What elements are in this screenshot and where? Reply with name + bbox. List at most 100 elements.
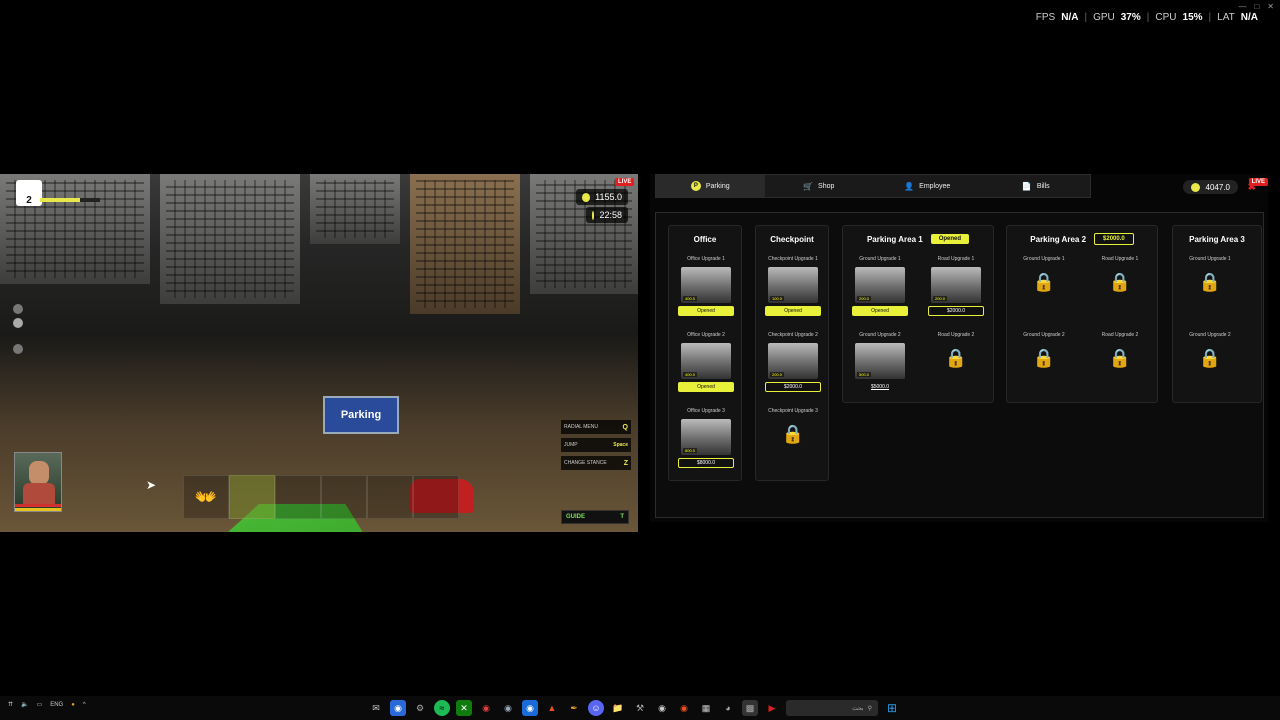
upgrade-card[interactable]: Road Upgrade 1 🔒 <box>1086 254 1154 324</box>
hotbar-slot[interactable] <box>229 475 275 519</box>
mic-icon[interactable]: ● <box>71 702 75 708</box>
upgrade-card[interactable]: Office Upgrade 1 400.0 Opened <box>672 254 740 324</box>
income-tag: 100.0 <box>770 296 785 301</box>
settings-icon[interactable]: ⚙ <box>412 700 428 716</box>
upgrade-card[interactable]: Ground Upgrade 1 🔒 <box>1176 254 1244 324</box>
coin-icon <box>582 192 591 202</box>
guide-label: GUIDE <box>566 514 586 520</box>
discord-icon[interactable]: ☺ <box>588 700 604 716</box>
upgrade-panel: P Parking 🛒 Shop 👤 Employee 📄 Bills 4047… <box>650 174 1268 522</box>
obs-icon[interactable]: ◉ <box>654 700 670 716</box>
network-icon[interactable]: ⇈ <box>8 701 13 708</box>
column-status-badge[interactable]: Opened <box>930 234 970 244</box>
folder-icon[interactable]: 📁 <box>610 700 626 716</box>
guide-key: T <box>620 514 624 520</box>
xp-bar <box>40 198 100 202</box>
tab-shop[interactable]: 🛒 Shop <box>765 175 874 197</box>
buy-button[interactable]: $8000.0 <box>678 458 734 468</box>
close-icon[interactable]: ✖ <box>1248 182 1256 193</box>
app-icon[interactable]: ◉ <box>522 700 538 716</box>
xp-bar-fill <box>40 198 80 202</box>
upgrade-card[interactable]: Checkpoint Upgrade 1 100.0 Opened <box>759 254 827 324</box>
gpu-label: GPU <box>1093 12 1115 23</box>
upgrade-card[interactable]: Road Upgrade 2 🔒 <box>922 330 990 400</box>
hint-label: JUMP <box>564 442 578 448</box>
upgrade-card[interactable]: Ground Upgrade 2 🔒 <box>1176 330 1244 400</box>
income-tag: 400.0 <box>683 372 698 377</box>
upgrade-name: Road Upgrade 1 <box>1101 256 1139 262</box>
minimize-icon[interactable]: — <box>1238 2 1246 11</box>
column-title: Office <box>693 234 717 244</box>
browser-icon[interactable]: ◉ <box>390 700 406 716</box>
person-icon: 👤 <box>904 181 915 191</box>
buy-button[interactable]: $2000.0 <box>928 306 984 316</box>
upgrade-name: Ground Upgrade 2 <box>1023 332 1065 338</box>
editor-icon[interactable]: ✒ <box>566 700 582 716</box>
buy-button[interactable]: $2000.0 <box>765 382 821 392</box>
chart-app-icon[interactable]: ◕ <box>720 700 736 716</box>
column-header: Parking Area 1 Opened <box>843 226 993 252</box>
tab-bills[interactable]: 📄 Bills <box>982 175 1091 197</box>
tool-icon[interactable]: ⚒ <box>632 700 648 716</box>
media-icon[interactable]: ▶ <box>764 700 780 716</box>
brave-icon[interactable]: ▲ <box>544 700 560 716</box>
taskbar-search[interactable]: بحث ⚲ <box>786 700 878 716</box>
hands-icon: 👐 <box>194 486 218 507</box>
upgrade-card[interactable]: Ground Upgrade 2 500.0 $5000.0 <box>846 330 914 400</box>
status-icon <box>13 304 23 314</box>
upgrade-name: Ground Upgrade 1 <box>1189 256 1231 262</box>
terminal-icon[interactable]: ▩ <box>742 700 758 716</box>
record-icon[interactable]: ◉ <box>478 700 494 716</box>
spotify-icon[interactable]: ≈ <box>434 700 450 716</box>
buy-button[interactable]: $5000.0 <box>852 382 908 392</box>
performance-overlay: FPS N/A | GPU 37% | CPU 15% | LAT N/A <box>1036 12 1258 23</box>
hotbar: 👐 <box>183 475 459 519</box>
opened-status: Opened <box>678 306 734 316</box>
hotbar-slot[interactable] <box>413 475 459 519</box>
window-controls: — □ ✕ <box>1238 2 1274 11</box>
taskbar-apps: ✉ ◉ ⚙ ≈ ✕ ◉ ◉ ◉ ▲ ✒ ☺ 📁 ⚒ ◉ ◉ ▦ ◕ ▩ ▶ بح… <box>368 700 900 716</box>
volume-icon[interactable]: 🔈 <box>21 701 28 708</box>
upgrade-card[interactable]: Road Upgrade 2 🔒 <box>1086 330 1154 400</box>
column-header: Checkpoint <box>756 226 828 252</box>
upgrade-card[interactable]: Road Upgrade 1 200.0 $2000.0 <box>922 254 990 324</box>
calendar-icon[interactable]: ▦ <box>698 700 714 716</box>
upgrade-card[interactable]: Ground Upgrade 1 200.0 Opened <box>846 254 914 324</box>
upgrade-preview-image: 400.0 <box>681 267 731 303</box>
close-window-icon[interactable]: ✕ <box>1267 2 1274 11</box>
upgrade-card[interactable]: Ground Upgrade 2 🔒 <box>1010 330 1078 400</box>
hotbar-slot[interactable] <box>321 475 367 519</box>
upgrade-name: Road Upgrade 2 <box>1101 332 1139 338</box>
chevron-up-icon[interactable]: ^ <box>83 702 86 708</box>
upgrade-column: Parking Area 1 Opened Ground Upgrade 1 200.… <box>842 225 994 403</box>
upgrade-card[interactable]: Office Upgrade 3 800.0 $8000.0 <box>672 406 740 476</box>
mail-icon[interactable]: ✉ <box>368 700 384 716</box>
windows-start-icon[interactable]: ⊞ <box>884 700 900 716</box>
upgrade-card[interactable]: Checkpoint Upgrade 2 200.0 $2000.0 <box>759 330 827 400</box>
column-title: Parking Area 3 <box>1189 234 1245 244</box>
building <box>310 174 400 244</box>
money-display: 1155.0 <box>576 189 628 205</box>
tab-employee[interactable]: 👤 Employee <box>873 175 982 197</box>
maximize-icon[interactable]: □ <box>1254 2 1259 11</box>
hotbar-slot[interactable] <box>367 475 413 519</box>
tab-parking[interactable]: P Parking <box>656 175 765 197</box>
parking-sign: Parking <box>323 396 399 434</box>
upgrade-card[interactable]: Checkpoint Upgrade 3 🔒 <box>759 406 827 476</box>
taskbar: ⇈ 🔈 ▭ ENG ● ^ ✉ ◉ ⚙ ≈ ✕ ◉ ◉ ◉ ▲ ✒ ☺ 📁 ⚒ … <box>0 696 1280 720</box>
upgrade-card[interactable]: Ground Upgrade 1 🔒 <box>1010 254 1078 324</box>
divider: | <box>1208 12 1212 23</box>
money-value: 1155.0 <box>595 192 622 202</box>
firefox-icon[interactable]: ◉ <box>676 700 692 716</box>
hotbar-slot-hands[interactable]: 👐 <box>183 475 229 519</box>
column-status-badge[interactable]: $2000.0 <box>1094 233 1134 245</box>
upgrade-card[interactable]: Office Upgrade 2 400.0 Opened <box>672 330 740 400</box>
steam-icon[interactable]: ◉ <box>500 700 516 716</box>
battery-icon[interactable]: ▭ <box>37 701 43 708</box>
language-indicator[interactable]: ENG <box>50 702 63 708</box>
income-tag: 800.0 <box>683 448 698 453</box>
hotbar-slot[interactable] <box>275 475 321 519</box>
guide-button[interactable]: GUIDE T <box>561 510 629 524</box>
xbox-icon[interactable]: ✕ <box>456 700 472 716</box>
upgrade-preview-image: 400.0 <box>681 343 731 379</box>
